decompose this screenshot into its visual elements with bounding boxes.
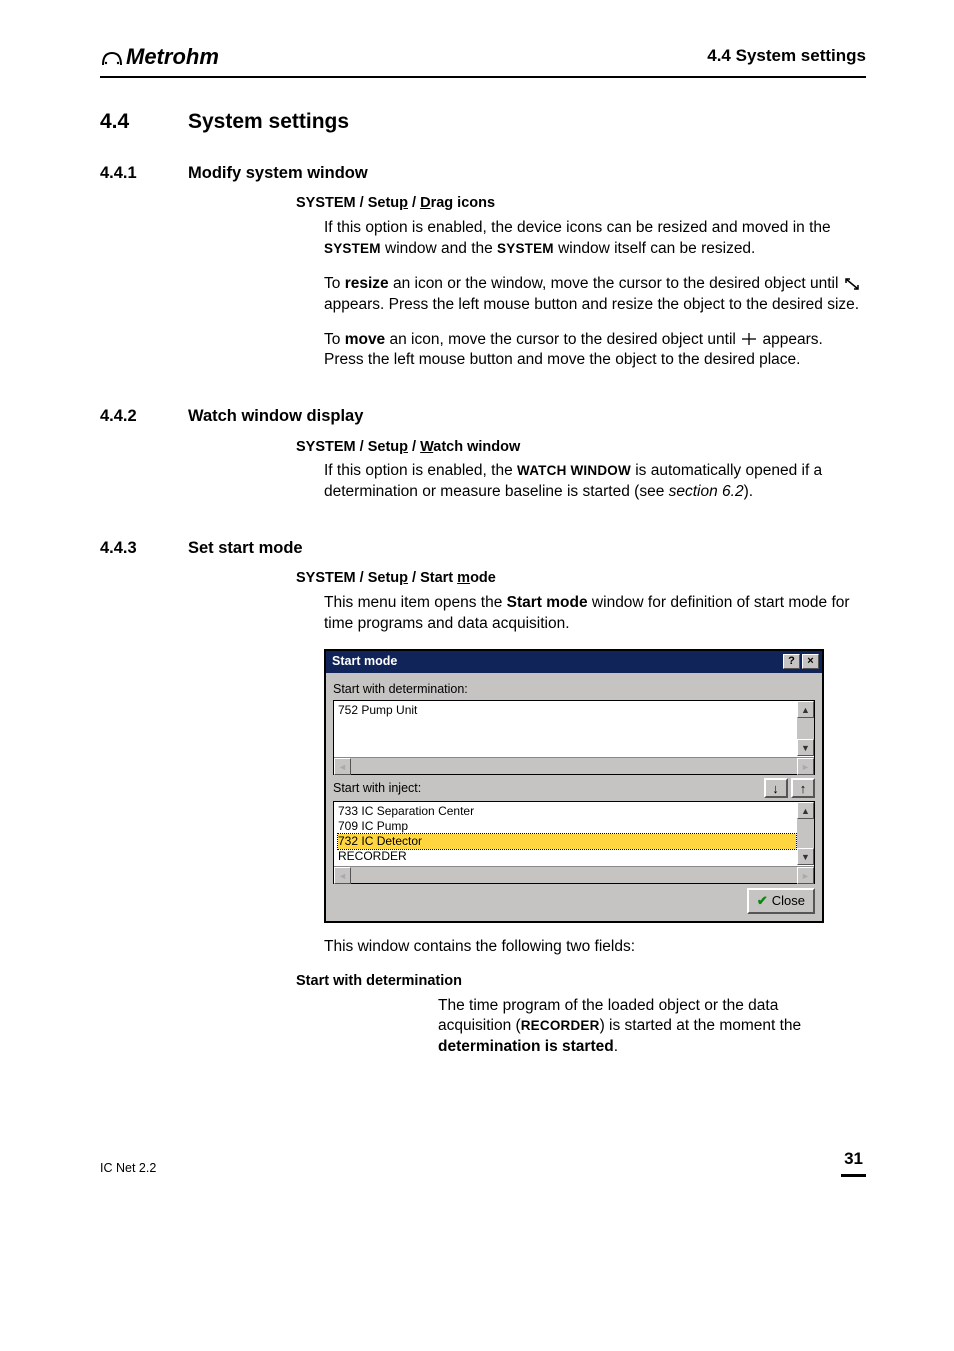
list-item[interactable]: 733 IC Separation Center bbox=[338, 804, 796, 819]
scroll-down-icon[interactable]: ▼ bbox=[797, 739, 814, 756]
subsection-441: 4.4.1 Modify system window bbox=[100, 162, 866, 184]
resize-cursor-icon bbox=[844, 277, 860, 291]
listbox-inject[interactable]: 733 IC Separation Center709 IC Pump732 I… bbox=[333, 801, 815, 884]
menu-path-watch-window: SYSTEM / Setup / Watch window bbox=[296, 438, 866, 458]
scroll-left-icon[interactable]: ◄ bbox=[334, 867, 351, 884]
label-start-inject: Start with inject: bbox=[333, 780, 421, 797]
help-button[interactable]: ? bbox=[783, 654, 800, 669]
paragraph: The time program of the loaded object or… bbox=[438, 996, 838, 1059]
menu-path-drag-icons: SYSTEM / Setup / Drag icons bbox=[296, 194, 866, 214]
page-footer: IC Net 2.2 31 bbox=[100, 1148, 866, 1177]
dialog-title: Start mode bbox=[332, 653, 397, 670]
scroll-up-icon[interactable]: ▲ bbox=[797, 701, 814, 718]
paragraph: To move an icon, move the cursor to the … bbox=[324, 330, 864, 372]
paragraph: If this option is enabled, the WATCH WIN… bbox=[324, 461, 864, 503]
move-down-button[interactable]: ↓ bbox=[764, 778, 788, 798]
subsection-title: Watch window display bbox=[188, 405, 363, 427]
close-button-label: Close bbox=[772, 892, 805, 910]
brand-text: Metrohm bbox=[126, 42, 219, 72]
section-heading: 4.4 System settings bbox=[100, 108, 866, 136]
move-up-button[interactable]: ↑ bbox=[791, 778, 815, 798]
section-number: 4.4 bbox=[100, 108, 188, 136]
subsection-442: 4.4.2 Watch window display bbox=[100, 405, 866, 427]
paragraph: If this option is enabled, the device ic… bbox=[324, 218, 864, 260]
section-title: System settings bbox=[188, 108, 349, 136]
menu-path-start-mode: SYSTEM / Setup / Start mode bbox=[296, 569, 866, 589]
subsection-number: 4.4.1 bbox=[100, 162, 188, 184]
paragraph: This menu item opens the Start mode wind… bbox=[324, 593, 864, 635]
field-heading: Start with determination bbox=[296, 972, 866, 992]
scroll-up-icon[interactable]: ▲ bbox=[797, 802, 814, 819]
paragraph: To resize an icon or the window, move th… bbox=[324, 274, 864, 316]
list-item[interactable]: 709 IC Pump bbox=[338, 819, 796, 834]
scroll-down-icon[interactable]: ▼ bbox=[797, 848, 814, 865]
page-header: Metrohm 4.4 System settings bbox=[100, 42, 866, 78]
move-cursor-icon bbox=[741, 332, 757, 346]
close-button[interactable]: ✔ Close bbox=[747, 888, 815, 914]
list-item[interactable]: 752 Pump Unit bbox=[338, 703, 796, 718]
subsection-number: 4.4.2 bbox=[100, 405, 188, 427]
page-number: 31 bbox=[841, 1148, 866, 1177]
scroll-right-icon[interactable]: ► bbox=[797, 867, 814, 884]
close-icon[interactable]: × bbox=[802, 654, 819, 669]
subsection-443: 4.4.3 Set start mode bbox=[100, 537, 866, 559]
header-section-label: 4.4 System settings bbox=[707, 45, 866, 68]
check-icon: ✔ bbox=[757, 892, 768, 910]
scroll-right-icon[interactable]: ► bbox=[797, 758, 814, 775]
paragraph: This window contains the following two f… bbox=[324, 937, 864, 958]
listbox-determination[interactable]: 752 Pump Unit ▲ ▼ ◄ ► bbox=[333, 700, 815, 775]
label-start-determination: Start with determination: bbox=[333, 681, 468, 698]
scroll-left-icon[interactable]: ◄ bbox=[334, 758, 351, 775]
list-item[interactable]: RECORDER bbox=[338, 849, 796, 864]
brand-logo: Metrohm bbox=[100, 42, 219, 72]
subsection-title: Set start mode bbox=[188, 537, 303, 559]
product-name: IC Net 2.2 bbox=[100, 1160, 156, 1177]
metrohm-icon bbox=[100, 47, 124, 67]
subsection-number: 4.4.3 bbox=[100, 537, 188, 559]
start-mode-dialog: Start mode ? × Start with determination:… bbox=[324, 649, 824, 923]
list-item[interactable]: 732 IC Detector bbox=[338, 834, 796, 849]
subsection-title: Modify system window bbox=[188, 162, 368, 184]
dialog-titlebar[interactable]: Start mode ? × bbox=[326, 651, 822, 673]
